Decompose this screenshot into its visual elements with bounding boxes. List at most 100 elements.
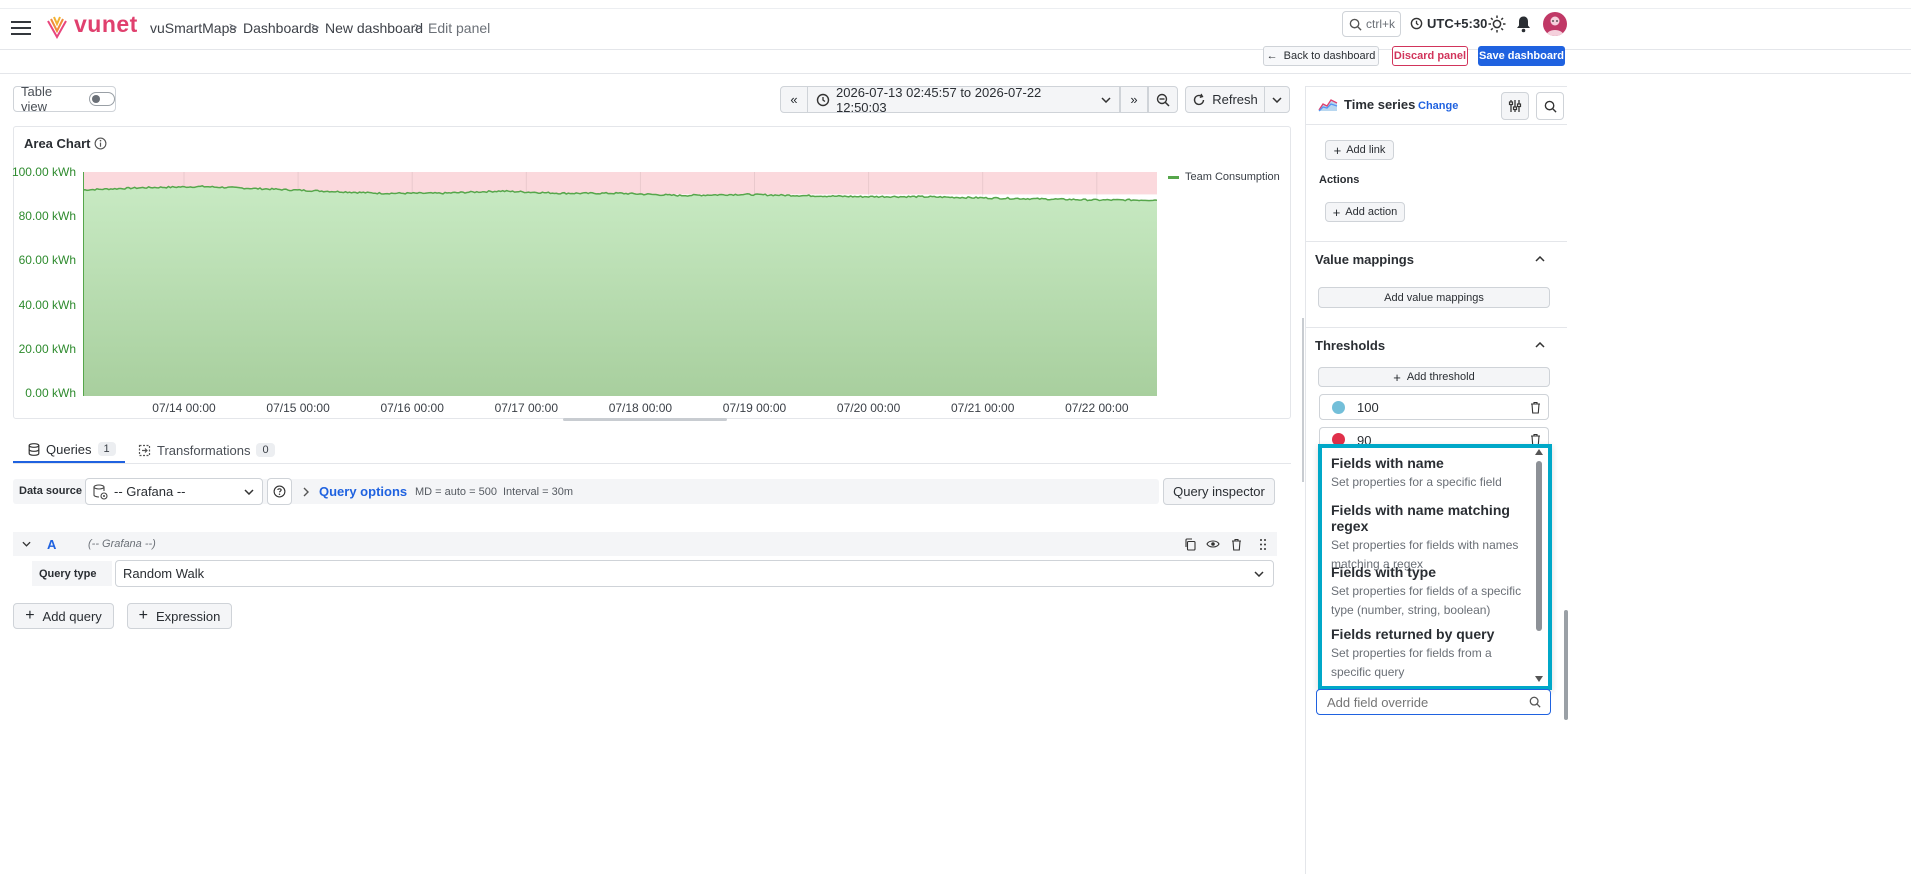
query-inspector-button[interactable]: Query inspector — [1163, 478, 1275, 505]
add-query-button[interactable]: + Add query — [13, 603, 114, 629]
page-scrollbar[interactable] — [1564, 610, 1568, 720]
add-query-label: Add query — [42, 608, 102, 624]
duplicate-query-icon[interactable] — [1184, 538, 1196, 551]
x-tick-label: 07/22 00:00 — [1065, 401, 1129, 415]
query-options-toggle[interactable]: Query options — [303, 484, 407, 499]
save-label: Save dashboard — [1479, 50, 1564, 62]
tab-queries-label: Queries — [46, 441, 92, 457]
query-type-select[interactable]: Random Walk — [115, 560, 1274, 587]
search-options-button[interactable] — [1536, 92, 1564, 120]
query-datasource-name: (-- Grafana --) — [88, 538, 156, 550]
dropdown-scrollbar[interactable] — [1536, 461, 1542, 631]
panel-resize-handle[interactable] — [563, 418, 727, 421]
y-tick-label: 80.00 kWh — [18, 209, 76, 224]
datasource-select[interactable]: -- Grafana -- — [85, 478, 263, 505]
breadcrumb-item-vusmartmaps[interactable]: vuSmartMaps — [150, 20, 236, 36]
add-threshold-button[interactable]: + Add threshold — [1318, 367, 1550, 387]
collapse-query-icon[interactable] — [22, 541, 31, 547]
x-tick-label: 07/21 00:00 — [950, 401, 1015, 415]
theme-toggle-sun-icon[interactable] — [1488, 15, 1506, 33]
tab-transformations[interactable]: Transformations 0 — [138, 437, 275, 463]
breadcrumb-separator: > — [414, 19, 423, 35]
trash-icon[interactable] — [1530, 401, 1541, 414]
add-value-mappings-button[interactable]: Add value mappings — [1318, 287, 1550, 308]
query-type-value: Random Walk — [123, 566, 205, 581]
search-icon — [1349, 18, 1362, 31]
plus-icon: + — [1332, 204, 1341, 220]
add-field-override-input[interactable] — [1316, 689, 1551, 715]
back-to-dashboard-button[interactable]: ← Back to dashboard — [1263, 46, 1379, 66]
drag-handle-icon[interactable] — [1259, 538, 1267, 551]
override-option[interactable]: Fields with name Set properties for a spe… — [1331, 455, 1531, 492]
info-icon[interactable] — [94, 137, 107, 150]
query-header — [13, 532, 1277, 556]
refresh-button[interactable]: Refresh — [1185, 86, 1265, 113]
discard-panel-button[interactable]: Discard panel — [1392, 46, 1468, 66]
delete-query-trash-icon[interactable] — [1231, 538, 1242, 551]
x-tick-label: 07/16 00:00 — [380, 401, 444, 415]
override-option[interactable]: Fields with type Set properties for field… — [1331, 564, 1531, 620]
override-option-title: Fields with type — [1331, 564, 1437, 580]
override-option-description: Set properties for fields from a specifi… — [1331, 646, 1492, 679]
clock-icon — [1410, 17, 1423, 30]
save-dashboard-button[interactable]: Save dashboard — [1478, 46, 1565, 66]
thresholds-header[interactable]: Thresholds — [1315, 338, 1385, 353]
toggle-visibility-eye-icon[interactable] — [1206, 539, 1220, 549]
collapse-chevron-up-icon[interactable] — [1535, 342, 1545, 348]
panel-title: Area Chart — [24, 136, 91, 151]
refresh-interval-dropdown[interactable] — [1264, 86, 1290, 113]
brand-logo-icon — [46, 15, 68, 39]
options-header-divider — [1306, 124, 1567, 125]
refresh-label: Refresh — [1212, 92, 1258, 107]
tabs-divider — [13, 463, 1291, 464]
add-link-label: Add link — [1346, 144, 1386, 156]
tab-queries[interactable]: Queries 1 — [13, 437, 125, 463]
breadcrumb-item-dashboards[interactable]: Dashboards — [243, 20, 319, 36]
override-option-title: Fields with name matching regex — [1331, 502, 1510, 534]
user-avatar[interactable] — [1543, 12, 1567, 36]
discard-label: Discard panel — [1393, 50, 1467, 62]
value-mappings-header[interactable]: Value mappings — [1315, 252, 1414, 267]
add-threshold-label: Add threshold — [1406, 371, 1475, 383]
threshold-color-swatch[interactable] — [1332, 400, 1345, 414]
timezone-button[interactable]: UTC+5:30 — [1410, 16, 1487, 31]
refresh-icon — [1192, 93, 1206, 107]
override-option[interactable]: Fields returned by query Set properties f… — [1331, 626, 1531, 682]
datasource-help-button[interactable] — [267, 478, 292, 505]
chevron-down-icon — [244, 488, 254, 495]
arrow-left-icon: ← — [1266, 50, 1278, 62]
scroll-down-arrow[interactable] — [1535, 676, 1543, 682]
table-view-label: Table view — [21, 84, 53, 114]
timezone-label: UTC+5:30 — [1427, 16, 1488, 31]
scroll-up-arrow[interactable] — [1535, 449, 1543, 455]
table-view-toggle[interactable]: Table view — [13, 84, 116, 114]
add-action-button[interactable]: + Add action — [1325, 202, 1405, 222]
menu-icon[interactable] — [11, 20, 31, 36]
panel-options-button[interactable] — [1501, 92, 1529, 120]
threshold-item[interactable]: 100 — [1319, 394, 1549, 420]
tab-transformations-label: Transformations — [157, 442, 251, 458]
viz-name: Time series — [1344, 96, 1416, 112]
y-tick-label: 40.00 kWh — [18, 297, 76, 312]
expression-button[interactable]: + Expression — [127, 603, 232, 629]
breadcrumb-item-new-dashboard[interactable]: New dashboard — [325, 20, 423, 36]
chart-legend[interactable]: Team Consumption — [1168, 171, 1280, 183]
time-range-picker[interactable]: 2026-07-13 02:45:57 to 2026-07-22 12:50:… — [807, 84, 1120, 115]
breadcrumb-separator: > — [229, 19, 238, 35]
collapse-chevron-up-icon[interactable] — [1535, 256, 1545, 262]
search-button[interactable]: ctrl+k — [1342, 11, 1401, 37]
query-ref-id[interactable]: A — [47, 537, 56, 552]
change-viz-link[interactable]: Change — [1418, 100, 1458, 112]
database-icon — [28, 442, 40, 456]
add-field-override-field[interactable] — [1327, 694, 1517, 710]
time-forward-button[interactable]: » — [1120, 86, 1148, 113]
zoom-out-button[interactable] — [1148, 86, 1178, 113]
add-link-button[interactable]: + Add link — [1325, 140, 1394, 160]
viz-picker[interactable]: Time series — [1318, 96, 1415, 112]
pane-splitter[interactable] — [1302, 318, 1304, 482]
notifications-bell-icon[interactable] — [1515, 15, 1532, 33]
time-back-button[interactable]: « — [780, 86, 808, 113]
time-range-label: 2026-07-13 02:45:57 to 2026-07-22 12:50:… — [836, 84, 1042, 115]
legend-swatch — [1168, 175, 1179, 179]
back-label: Back to dashboard — [1283, 50, 1376, 62]
